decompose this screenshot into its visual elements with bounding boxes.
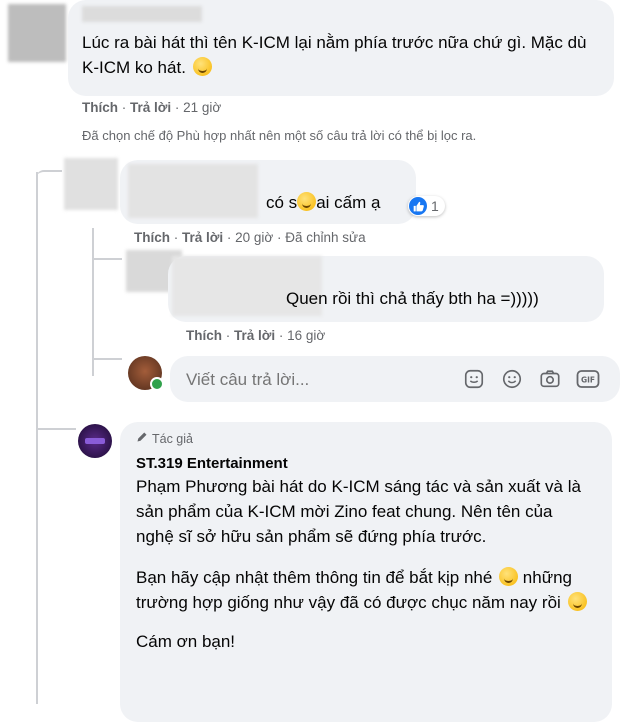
pencil-icon xyxy=(136,431,148,446)
sticker-icon[interactable] xyxy=(462,367,486,391)
thread-elbow-input xyxy=(92,358,122,376)
paragraph-1: Phạm Phương bài hát do K-ICM sáng tác và… xyxy=(136,477,581,546)
thread-line-nested xyxy=(92,228,94,376)
reply-button[interactable]: Trả lời xyxy=(130,100,171,115)
like-button[interactable]: Thích xyxy=(134,230,170,245)
online-status-icon xyxy=(150,377,164,391)
grin-emoji-icon xyxy=(567,592,587,611)
like-button[interactable]: Thích xyxy=(82,100,118,115)
camera-icon[interactable] xyxy=(538,367,562,391)
thread-elbow-reply2 xyxy=(92,258,122,276)
redacted-name xyxy=(82,6,202,22)
comment-text-content: Lúc ra bài hát thì tên K-ICM lại nằm phí… xyxy=(82,33,587,77)
paragraph-2: Bạn hãy cập nhật thêm thông tin để bắt k… xyxy=(136,565,590,615)
avatar[interactable] xyxy=(8,4,66,62)
author-name[interactable]: ST.319 Entertainment xyxy=(136,455,288,472)
author-badge-label: Tác giả xyxy=(152,431,193,446)
input-toolbar: GIF xyxy=(462,367,600,391)
author-reply-bubble: Tác giả ST.319 Entertainment Phạm Phương… xyxy=(120,422,612,722)
comment-text: Lúc ra bài hát thì tên K-ICM lại nằm phí… xyxy=(82,30,602,80)
reply-button[interactable]: Trả lời xyxy=(234,328,275,343)
author-badge: Tác giả xyxy=(136,431,193,446)
reply-actions: Thích · Trả lời · 20 giờ · Đã chỉnh sửa xyxy=(134,230,366,245)
smile-emoji-icon xyxy=(297,192,317,211)
paragraph-3: Cám ơn bạn! xyxy=(136,632,236,651)
comment-bubble: Lúc ra bài hát thì tên K-ICM lại nằm phí… xyxy=(68,0,614,96)
reaction-badge[interactable]: 1 xyxy=(408,196,445,216)
page-avatar[interactable] xyxy=(78,424,112,458)
reply-text-part1: có s xyxy=(266,193,298,212)
reply-bubble: có s ai cấm ạ xyxy=(120,160,416,224)
user-avatar[interactable] xyxy=(128,356,164,391)
wink-emoji-icon xyxy=(499,567,519,586)
like-reaction-icon xyxy=(409,197,427,215)
redacted-name xyxy=(128,164,258,218)
author-reply-text: Phạm Phương bài hát do K-ICM sáng tác và… xyxy=(136,474,590,654)
smile-emoji-icon xyxy=(192,57,212,76)
paragraph-2-part1: Bạn hãy cập nhật thêm thông tin để bắt k… xyxy=(136,568,493,587)
filter-notice: Đã chọn chế độ Phù hợp nhất nên một số c… xyxy=(82,128,477,143)
logo-mark-icon xyxy=(85,438,105,444)
like-button[interactable]: Thích xyxy=(186,328,222,343)
reply-time[interactable]: 20 giờ xyxy=(235,230,273,245)
reply-text-part2: ai cấm ạ xyxy=(316,193,381,212)
edited-label[interactable]: Đã chỉnh sửa xyxy=(285,230,365,245)
thread-elbow-1 xyxy=(36,170,62,186)
avatar[interactable] xyxy=(64,158,118,210)
comment-actions: Thích · Trả lời · 21 giờ xyxy=(82,100,222,115)
comment-time[interactable]: 21 giờ xyxy=(183,100,221,115)
reply-input[interactable] xyxy=(184,366,458,394)
gif-icon[interactable]: GIF xyxy=(576,367,600,391)
emoji-icon[interactable] xyxy=(500,367,524,391)
reply-text: có s ai cấm ạ xyxy=(266,190,380,215)
svg-text:GIF: GIF xyxy=(581,376,595,385)
reply-time[interactable]: 16 giờ xyxy=(287,328,325,343)
thread-elbow-author xyxy=(36,428,76,446)
reply-bubble: Quen rồi thì chả thấy bth ha =))))) xyxy=(168,256,604,322)
reaction-count: 1 xyxy=(431,198,439,214)
reply-input-box[interactable]: GIF xyxy=(170,356,620,402)
reply-actions: Thích · Trả lời · 16 giờ xyxy=(186,328,326,343)
reply-button[interactable]: Trả lời xyxy=(182,230,223,245)
reply-text: Quen rồi thì chả thấy bth ha =))))) xyxy=(286,289,539,308)
